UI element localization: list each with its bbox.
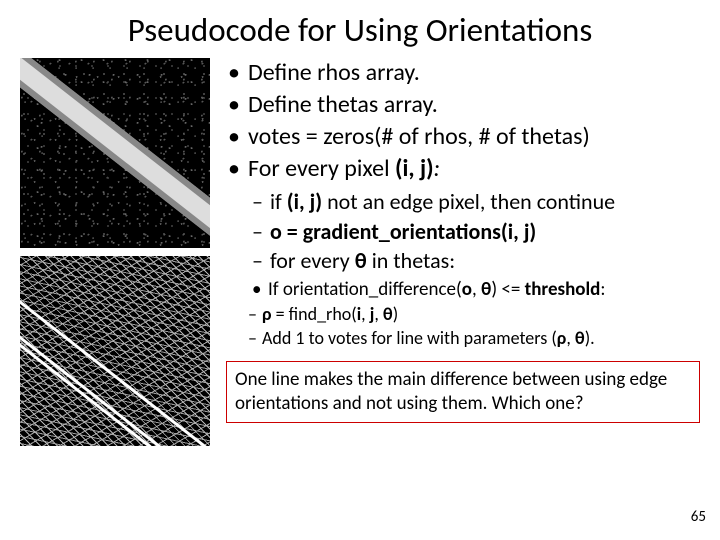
rho: ρ: [262, 303, 272, 325]
t: for every: [270, 247, 355, 274]
text-column: Define rhos array. Define thetas array. …: [220, 58, 700, 446]
thr: threshold: [525, 278, 601, 301]
text: For every pixel: [248, 154, 395, 183]
rho: ρ: [557, 327, 567, 349]
t: If orientation_difference(: [268, 278, 462, 301]
o: o: [462, 278, 472, 301]
ij: (i, j): [287, 188, 322, 215]
ij-bold: (i, j): [395, 154, 434, 183]
sub-gradient-orientations: o = gradient_orientations(i, j): [252, 218, 700, 246]
sub-bullets-level3: ρ = find_rho(i, j, θ) Add 1 to votes for…: [226, 303, 700, 349]
th: θ: [575, 327, 585, 349]
grayscale-image: [20, 58, 210, 248]
content-area: Define rhos array. Define thetas array. …: [0, 58, 720, 446]
sub2-if-orientation-diff: If orientation_difference(o, θ) <= thres…: [252, 278, 700, 302]
slide-title: Pseudocode for Using Orientations: [0, 0, 720, 58]
theta: θ: [355, 247, 367, 274]
bullet-votes-zeros: votes = zeros(# of rhos, # of thetas): [226, 122, 700, 152]
th: θ: [481, 278, 491, 301]
sub3-add-one-votes: Add 1 to votes for line with parameters …: [248, 327, 700, 350]
sub-for-every-theta: for every θ in thetas:: [252, 247, 700, 275]
t: :: [600, 278, 605, 301]
sub-if-not-edge: if (i, j) not an edge pixel, then contin…: [252, 188, 700, 216]
bullet-define-rhos: Define rhos array.: [226, 58, 700, 88]
t: ,: [361, 303, 370, 325]
sub3-rho-findrho: ρ = find_rho(i, j, θ): [248, 303, 700, 326]
bullet-define-thetas: Define thetas array.: [226, 90, 700, 120]
t: ,: [472, 278, 481, 301]
t: ,: [566, 327, 575, 349]
image-column: [20, 58, 220, 446]
t: ) <=: [491, 278, 524, 301]
t: o = gradient_orientations(i, j): [270, 218, 536, 245]
t: Add 1 to votes for line with parameters …: [262, 327, 557, 349]
t: not an edge pixel, then continue: [322, 188, 615, 215]
sub-bullets-level1: if (i, j) not an edge pixel, then contin…: [226, 188, 700, 275]
t: if: [270, 188, 287, 215]
edge-image: [20, 256, 210, 446]
t: = find_rho(: [272, 303, 357, 325]
sub-bullets-level2: If orientation_difference(o, θ) <= thres…: [226, 278, 700, 302]
t: ).: [585, 327, 595, 349]
th: θ: [383, 303, 393, 325]
bullet-for-every-pixel: For every pixel (i, j):: [226, 154, 700, 184]
page-number: 65: [691, 508, 706, 526]
main-bullets: Define rhos array. Define thetas array. …: [226, 58, 700, 184]
t: ,: [374, 303, 383, 325]
colon: :: [434, 154, 440, 183]
t: ): [393, 303, 398, 325]
t: in thetas:: [367, 247, 455, 274]
highlight-callout: One line makes the main difference betwe…: [226, 361, 700, 423]
